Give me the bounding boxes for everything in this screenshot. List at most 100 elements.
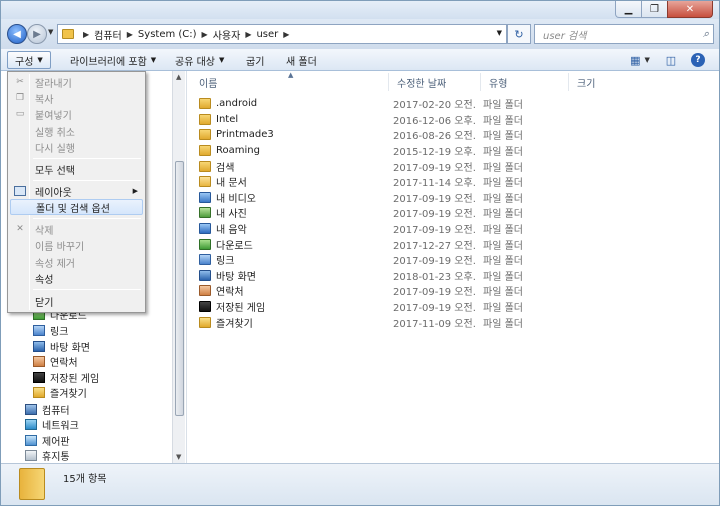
column-header-size[interactable]: 크기 — [569, 73, 649, 91]
file-name: 내 사진 — [216, 209, 247, 221]
file-type: 파일 폴더 — [483, 162, 523, 174]
file-name: 바탕 화면 — [216, 271, 256, 283]
share-label: 공유 대상 — [175, 56, 215, 68]
address-bar[interactable]: ▶ 컴퓨터 ▶ System (C:) ▶ 사용자 ▶ user ▶ ▼ — [57, 24, 507, 44]
nav-item-desktop[interactable]: 바탕 화면 — [33, 338, 90, 354]
burn-button[interactable]: 굽기 — [239, 51, 271, 69]
scroll-up-icon[interactable]: ▲ — [176, 73, 181, 81]
menu-item-delete[interactable]: ✕ 삭제 — [10, 221, 143, 237]
menu-item-select-all[interactable]: 모두 선택 — [10, 161, 143, 177]
file-row[interactable]: 바탕 화면 2018-01-23 오후... 파일 폴더 — [191, 268, 711, 284]
include-library-label: 라이브러리에 포함 — [70, 56, 147, 68]
preview-pane-button[interactable]: ◫ — [663, 52, 679, 68]
change-view-button[interactable]: ▦ ▼ — [625, 52, 655, 68]
menu-item-redo[interactable]: 다시 실행 — [10, 139, 143, 155]
file-row[interactable]: Roaming 2015-12-19 오후... 파일 폴더 — [191, 143, 711, 159]
file-row[interactable]: 내 문서 2017-11-14 오후... 파일 폴더 — [191, 174, 711, 190]
file-row[interactable]: 링크 2017-09-19 오전... 파일 폴더 — [191, 252, 711, 268]
menu-item-label: 다시 실행 — [35, 143, 75, 155]
file-row[interactable]: 저장된 게임 2017-09-19 오전... 파일 폴더 — [191, 299, 711, 315]
breadcrumb-separator-icon[interactable]: ▶ — [202, 30, 208, 39]
refresh-button[interactable]: ↻ — [507, 24, 531, 44]
saved-games-folder-icon — [33, 371, 45, 383]
column-headers: 이름 수정한 날짜 유형 크기 — [191, 73, 719, 91]
pane-divider[interactable] — [186, 71, 187, 463]
menu-item-undo[interactable]: 실행 취소 — [10, 123, 143, 139]
menu-item-properties[interactable]: 속성 — [10, 270, 143, 286]
minimize-button[interactable]: ▁ — [615, 1, 642, 18]
breadcrumb-user[interactable]: user — [256, 29, 278, 40]
file-row[interactable]: 검색 2017-09-19 오전... 파일 폴더 — [191, 158, 711, 174]
saved-games-folder-icon — [199, 301, 211, 313]
breadcrumb-separator-icon[interactable]: ▶ — [283, 30, 289, 39]
paste-icon: ▭ — [15, 109, 25, 119]
menu-item-remove-properties[interactable]: 속성 제거 — [10, 254, 143, 270]
nav-item-label: 네트워크 — [42, 420, 79, 432]
menu-item-label: 속성 — [35, 274, 54, 286]
breadcrumb-separator-icon[interactable]: ▶ — [245, 30, 251, 39]
file-date: 2017-09-19 오전... — [393, 209, 475, 221]
videos-folder-icon — [199, 191, 211, 203]
organize-button[interactable]: 구성 ▼ — [7, 51, 51, 69]
file-row[interactable]: 내 사진 2017-09-19 오전... 파일 폴더 — [191, 205, 711, 221]
share-button[interactable]: 공유 대상 ▼ — [168, 51, 231, 69]
navigation-scrollbar[interactable]: ▲ ▼ — [172, 71, 185, 463]
nav-item-links[interactable]: 링크 — [33, 322, 68, 338]
nav-item-recycle-bin[interactable]: 휴지통 — [25, 447, 70, 463]
file-type: 파일 폴더 — [483, 318, 523, 330]
breadcrumb-separator-icon[interactable]: ▶ — [127, 30, 133, 39]
search-input[interactable]: user 검색 ⌕ — [534, 24, 714, 44]
help-button[interactable]: ? — [690, 52, 706, 68]
scrollbar-thumb[interactable] — [175, 161, 184, 416]
file-row[interactable]: 내 음악 2017-09-19 오전... 파일 폴더 — [191, 221, 711, 237]
forward-arrow-icon: ▶ — [33, 28, 41, 40]
nav-item-contacts[interactable]: 연락처 — [33, 353, 78, 369]
menu-item-folder-options[interactable]: 폴더 및 검색 옵션 — [10, 199, 143, 215]
breadcrumb-computer[interactable]: 컴퓨터 — [94, 27, 122, 42]
back-button[interactable]: ◀ — [7, 24, 27, 44]
file-row[interactable]: 다운로드 2017-12-27 오전... 파일 폴더 — [191, 236, 711, 252]
breadcrumb-separator-icon[interactable]: ▶ — [83, 30, 89, 39]
file-row[interactable]: Intel 2016-12-06 오후... 파일 폴더 — [191, 112, 711, 128]
column-header-name[interactable]: 이름 — [191, 73, 389, 91]
new-folder-label: 새 폴더 — [286, 56, 317, 68]
file-row[interactable]: .android 2017-02-20 오전... 파일 폴더 — [191, 96, 711, 112]
menu-item-paste[interactable]: ▭ 붙여넣기 — [10, 106, 143, 122]
favorites-folder-icon — [199, 316, 211, 328]
recent-pages-dropdown-icon[interactable]: ▼ — [48, 28, 53, 36]
nav-item-favorites[interactable]: 즐겨찾기 — [33, 384, 87, 400]
breadcrumb-system-drive[interactable]: System (C:) — [138, 29, 197, 40]
nav-item-network[interactable]: 네트워크 — [25, 416, 79, 432]
close-button[interactable]: ✕ — [667, 1, 713, 18]
file-date: 2017-11-09 오전... — [393, 318, 475, 330]
file-date: 2015-12-19 오후... — [393, 147, 475, 159]
file-row[interactable]: 즐겨찾기 2017-11-09 오전... 파일 폴더 — [191, 314, 711, 330]
file-date: 2018-01-23 오후... — [393, 271, 475, 283]
menu-item-rename[interactable]: 이름 바꾸기 — [10, 237, 143, 253]
menu-item-copy[interactable]: ❐ 복사 — [10, 90, 143, 106]
new-folder-button[interactable]: 새 폴더 — [279, 51, 324, 69]
menu-item-cut[interactable]: ✂ 잘라내기 — [10, 74, 143, 90]
file-row[interactable]: 연락처 2017-09-19 오전... 파일 폴더 — [191, 283, 711, 299]
nav-item-control-panel[interactable]: 제어판 — [25, 432, 70, 448]
file-date: 2017-09-19 오전... — [393, 193, 475, 205]
file-row[interactable]: 내 비디오 2017-09-19 오전... 파일 폴더 — [191, 190, 711, 206]
breadcrumb-users[interactable]: 사용자 — [213, 27, 241, 42]
menu-item-layout[interactable]: 레이아웃 ▶ — [10, 183, 143, 199]
menu-item-close[interactable]: 닫기 — [10, 293, 143, 309]
scroll-down-icon[interactable]: ▼ — [176, 453, 181, 461]
forward-button[interactable]: ▶ — [27, 24, 47, 44]
file-row[interactable]: Printmade3 2016-08-26 오전... 파일 폴더 — [191, 127, 711, 143]
minimize-icon: ▁ — [624, 3, 633, 15]
column-header-date[interactable]: 수정한 날짜 — [389, 73, 481, 91]
file-type: 파일 폴더 — [483, 303, 523, 315]
nav-item-computer[interactable]: 컴퓨터 — [25, 401, 70, 417]
column-header-label: 유형 — [489, 78, 508, 90]
column-header-type[interactable]: 유형 — [481, 73, 569, 91]
include-library-button[interactable]: 라이브러리에 포함 ▼ — [63, 51, 163, 69]
folder-icon — [199, 129, 211, 141]
file-date: 2017-12-27 오전... — [393, 240, 475, 252]
maximize-button[interactable]: ❐ — [641, 1, 668, 18]
address-dropdown-icon[interactable]: ▼ — [497, 29, 502, 37]
nav-item-saved-games[interactable]: 저장된 게임 — [33, 369, 99, 385]
